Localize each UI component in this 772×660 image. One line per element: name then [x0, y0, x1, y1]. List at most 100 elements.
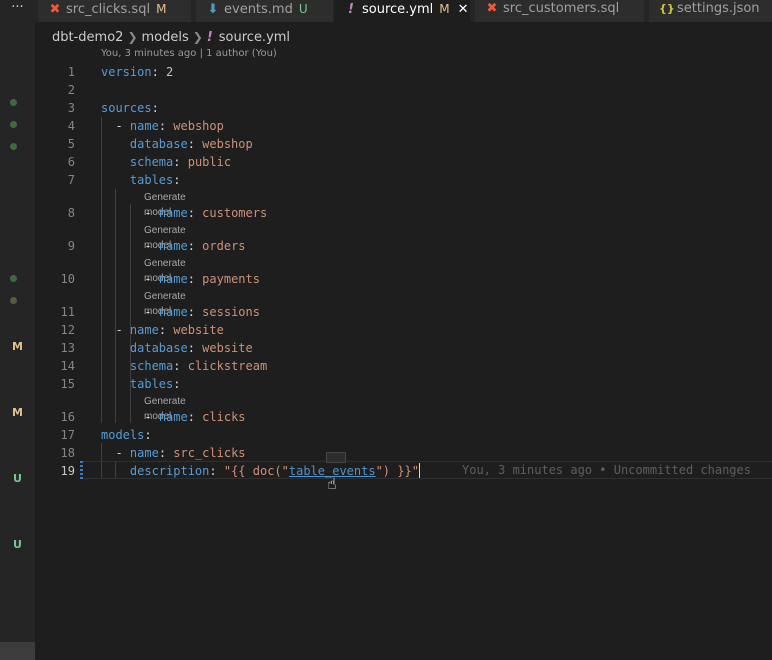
code-line[interactable]: sources:	[101, 99, 159, 117]
yaml-key: name	[129, 323, 159, 337]
tab-events-md[interactable]: ⬇ events.md U	[196, 0, 334, 22]
pointer-hand-icon: ☝	[327, 474, 337, 493]
code-line[interactable]: - name: orders	[101, 237, 245, 255]
git-blame-header[interactable]: You, 3 minutes ago | 1 author (You)	[101, 48, 277, 59]
more-actions-icon[interactable]: ···	[0, 0, 35, 20]
yaml-value: website	[173, 323, 224, 337]
code-lens-generate-model[interactable]: Generate model	[144, 223, 186, 251]
yaml-key: database	[129, 137, 188, 151]
yaml-key: description	[129, 464, 210, 478]
code-lens-generate-model[interactable]: Generate model	[144, 394, 186, 422]
line-number: 3	[67, 101, 75, 115]
code-lens-generate-model[interactable]: Generate model	[144, 190, 186, 218]
code-line[interactable]: database: webshop	[101, 135, 253, 153]
yaml-colon: :	[187, 206, 203, 220]
code-line[interactable]: description: "{{ doc("table_events") }}"	[101, 462, 420, 480]
yaml-key: name	[158, 206, 188, 220]
yaml-colon: :	[173, 359, 188, 373]
yaml-key: name	[158, 305, 188, 319]
list-dash: -	[144, 206, 159, 220]
inline-blame: You, 3 minutes ago • Uncommitted changes	[462, 463, 751, 477]
yaml-key: name	[129, 119, 159, 133]
yaml-colon: :	[187, 305, 203, 319]
change-dot	[10, 121, 17, 128]
tab-label: events.md	[224, 2, 293, 17]
tab-src-customers-sql[interactable]: ✖ src_customers.sql	[475, 0, 645, 22]
code-line[interactable]: tables:	[101, 375, 181, 393]
status-bar-edge	[0, 642, 35, 660]
code-line[interactable]: - name: clicks	[101, 408, 245, 426]
yaml-value: customers	[202, 206, 268, 220]
code-line[interactable]: version: 2	[101, 63, 173, 81]
code-lens-generate-model[interactable]: Generate model	[144, 256, 186, 284]
breadcrumb-item[interactable]: source.yml	[219, 30, 290, 45]
yaml-colon: :	[158, 119, 174, 133]
json-icon: {}	[659, 2, 675, 15]
list-dash: -	[115, 119, 130, 133]
activity-gutter: ··· M M U U	[0, 0, 35, 660]
modified-line-marker	[80, 461, 83, 479]
line-number: 16	[60, 410, 75, 424]
yaml-colon: :	[151, 101, 159, 115]
line-number: 19	[60, 464, 75, 478]
git-status-mark: M	[12, 340, 23, 353]
yaml-value: 2	[166, 65, 174, 79]
yaml-colon: :	[173, 173, 181, 187]
line-number: 18	[60, 446, 75, 460]
yaml-colon: :	[151, 65, 167, 79]
code-line[interactable]: models:	[101, 426, 152, 444]
breadcrumb-item[interactable]: dbt-demo2	[52, 30, 123, 45]
code-line[interactable]: - name: src_clicks	[101, 444, 245, 462]
line-number: 17	[60, 428, 75, 442]
code-line[interactable]: schema: clickstream	[101, 357, 267, 375]
tab-settings-json[interactable]: {} settings.json	[649, 0, 772, 22]
yaml-value: public	[187, 155, 232, 169]
yaml-icon: !	[206, 30, 213, 45]
tab-bar: ✖ src_clicks.sql M ⬇ events.md U ! source.yml…	[35, 0, 772, 22]
code-line[interactable]: schema: public	[101, 153, 231, 171]
yaml-value: website	[202, 341, 253, 355]
line-number: 8	[67, 206, 75, 220]
code-line[interactable]: database: website	[101, 339, 253, 357]
close-icon[interactable]: ✕	[458, 2, 469, 17]
markdown-icon: ⬇	[207, 2, 219, 17]
code-lens-generate-model[interactable]: Generate model	[144, 289, 186, 317]
code-line[interactable]: - name: webshop	[101, 117, 223, 135]
line-number: 1	[67, 65, 75, 79]
tab-source-yml[interactable]: ! source.yml M ✕	[334, 0, 471, 22]
change-dot	[10, 99, 17, 106]
code-line[interactable]: - name: customers	[101, 204, 267, 222]
git-status-mark: U	[13, 538, 22, 551]
yaml-value: sessions	[202, 305, 260, 319]
line-number: 4	[67, 119, 75, 133]
yaml-value: payments	[202, 272, 260, 286]
line-number: 11	[60, 305, 75, 319]
breadcrumb-item[interactable]: models	[142, 30, 189, 45]
code-line[interactable]: - name: payments	[101, 270, 260, 288]
list-dash: -	[115, 446, 130, 460]
line-number: 7	[67, 173, 75, 187]
code-line[interactable]: - name: website	[101, 321, 224, 339]
list-dash: -	[115, 323, 130, 337]
chevron-right-icon: ❯	[127, 30, 138, 44]
list-dash: -	[144, 272, 159, 286]
yaml-key: tables	[129, 377, 174, 391]
code-line[interactable]: - name: sessions	[101, 303, 260, 321]
change-dot	[10, 275, 17, 282]
yaml-colon: :	[144, 428, 152, 442]
tab-src-clicks-sql[interactable]: ✖ src_clicks.sql M	[38, 0, 192, 22]
code-line[interactable]: tables:	[101, 171, 181, 189]
hover-widget	[326, 452, 346, 463]
tab-status: M	[439, 2, 450, 16]
yaml-value: webshop	[202, 137, 253, 151]
tab-status: M	[156, 2, 167, 16]
yaml-colon: :	[187, 137, 203, 151]
line-number: 15	[60, 377, 75, 391]
